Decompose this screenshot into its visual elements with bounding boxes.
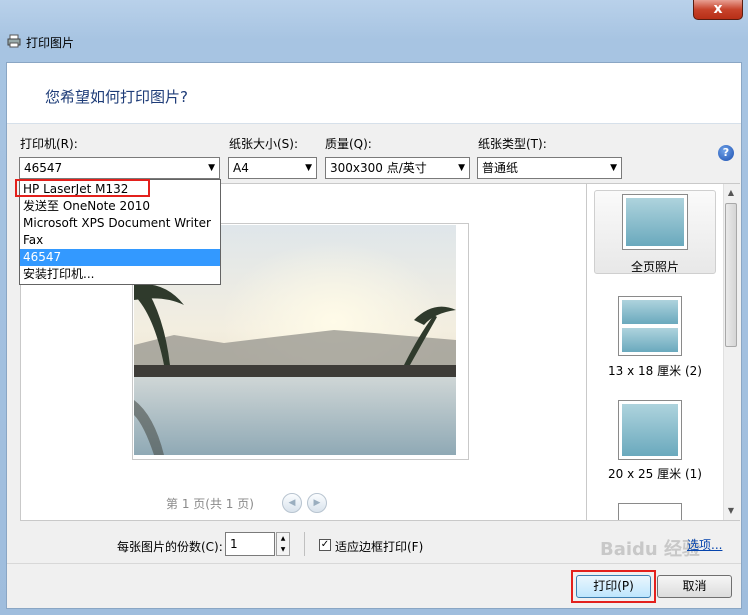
printer-option[interactable]: Fax [20, 232, 220, 249]
chevron-down-icon: ▼ [305, 163, 312, 173]
layout-label: 全页照片 [630, 260, 679, 274]
paper-type-label: 纸张类型(T): [478, 137, 547, 151]
highlight-box [571, 570, 656, 603]
copies-spinner[interactable]: ▲ ▼ [276, 532, 290, 556]
chevron-down-icon: ▼ [610, 163, 617, 173]
scroll-up-icon[interactable]: ▲ [723, 185, 739, 201]
printer-select[interactable]: 46547 ▼ [19, 157, 220, 179]
chevron-left-icon: ◀ [288, 498, 296, 508]
close-button[interactable]: x [693, 0, 743, 20]
highlight-box [15, 179, 150, 197]
quality-label: 质量(Q): [325, 137, 372, 151]
printer-label: 打印机(R): [20, 137, 78, 151]
paper-type-select[interactable]: 普通纸 ▼ [477, 157, 622, 179]
chevron-down-icon: ▼ [208, 163, 215, 173]
copies-label: 每张图片的份数(C): [117, 540, 223, 554]
chevron-down-icon: ▼ [458, 163, 465, 173]
cancel-button[interactable]: 取消 [657, 575, 732, 598]
layout-thumbnail-partial[interactable] [618, 503, 682, 520]
copies-input[interactable]: 1 [225, 532, 275, 556]
printer-select-value: 46547 [24, 161, 63, 175]
layout-thumbnail-full-page[interactable] [622, 194, 688, 250]
layout-thumbnail-13x18[interactable] [618, 296, 682, 356]
paper-size-select[interactable]: A4 ▼ [228, 157, 317, 179]
dialog-heading: 您希望如何打印图片? [45, 88, 188, 106]
printer-option[interactable]: Microsoft XPS Document Writer [20, 215, 220, 232]
printer-option[interactable]: 发送至 OneNote 2010 [20, 198, 220, 215]
previous-page-button[interactable]: ◀ [282, 493, 302, 513]
spin-down-icon[interactable]: ▼ [277, 544, 289, 555]
paper-size-label: 纸张大小(S): [229, 137, 299, 151]
paper-type-value: 普通纸 [482, 161, 519, 175]
divider [7, 563, 741, 564]
checkmark-icon: ✓ [320, 539, 330, 550]
page-status: 第 1 页(共 1 页) [166, 497, 254, 511]
layout-label: 20 x 25 厘米 (1) [608, 467, 702, 481]
paper-size-value: A4 [233, 161, 249, 175]
printer-icon [7, 34, 21, 48]
layout-label: 13 x 18 厘米 (2) [608, 364, 702, 378]
next-page-button[interactable]: ▶ [307, 493, 327, 513]
fit-frame-label: 适应边框打印(F) [335, 540, 424, 554]
divider [304, 532, 305, 556]
layout-thumbnail-20x25[interactable] [618, 400, 682, 460]
quality-value: 300x300 点/英寸 [330, 161, 427, 175]
chevron-right-icon: ▶ [313, 498, 321, 508]
quality-select[interactable]: 300x300 点/英寸 ▼ [325, 157, 470, 179]
printer-option-selected[interactable]: 46547 [20, 249, 220, 266]
watermark: Baidu 经验 [600, 539, 701, 560]
scrollbar-thumb[interactable] [725, 203, 737, 347]
spin-up-icon[interactable]: ▲ [277, 533, 289, 544]
help-icon[interactable]: ? [718, 145, 734, 161]
fit-frame-checkbox[interactable]: ✓ [319, 539, 331, 551]
window-title: 打印图片 [26, 36, 75, 50]
printer-option[interactable]: 安装打印机... [20, 266, 220, 283]
options-link[interactable]: 选项... [687, 536, 722, 553]
title-bar[interactable] [0, 0, 748, 62]
scroll-down-icon[interactable]: ▼ [723, 503, 739, 519]
